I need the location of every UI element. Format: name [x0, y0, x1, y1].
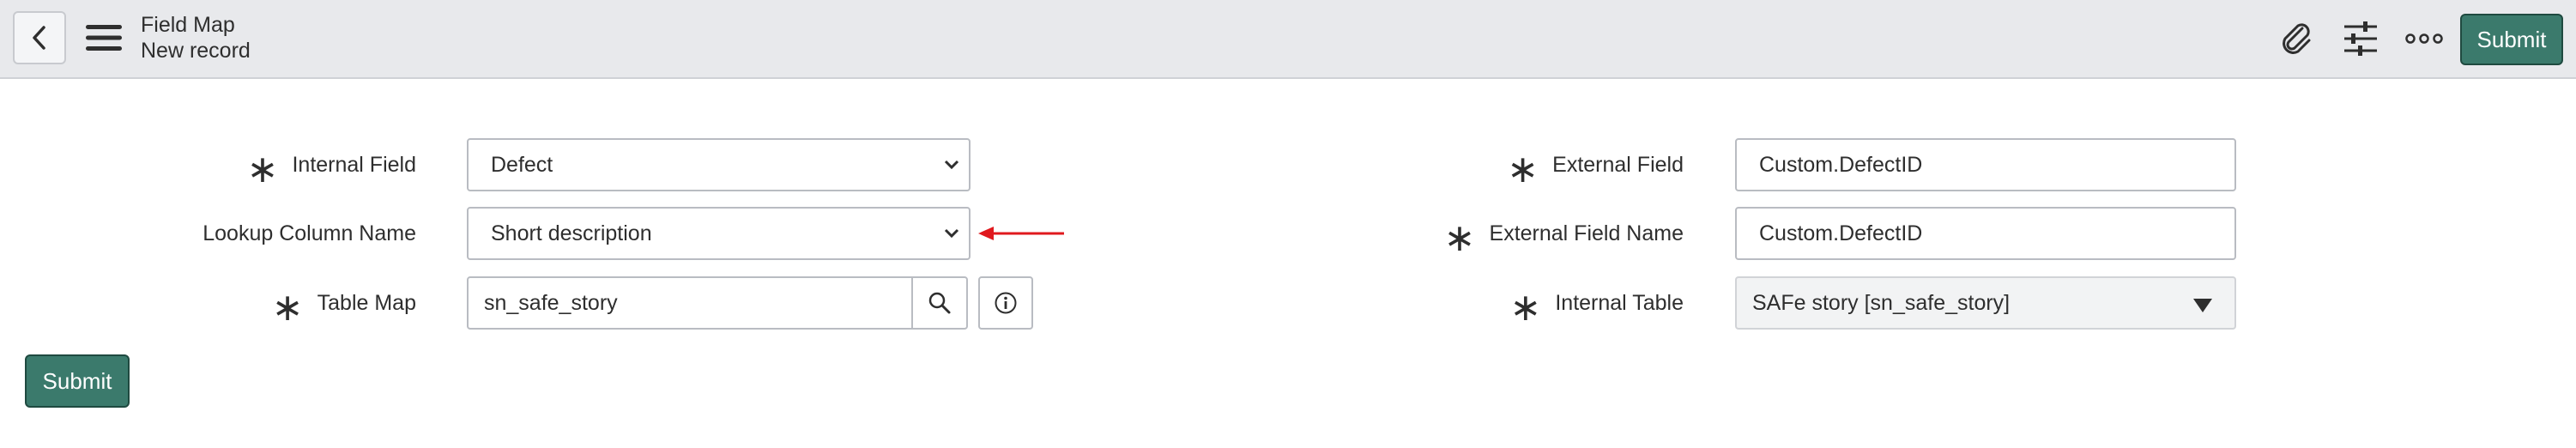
menu-icon[interactable]	[86, 23, 122, 52]
lookup-column-name-select[interactable]: Short description	[467, 207, 971, 260]
table-map-label: ∗ Table Map	[271, 286, 416, 330]
table-map-input[interactable]: sn_safe_story	[467, 276, 913, 330]
internal-field-select[interactable]: Defect	[467, 138, 971, 191]
required-icon: ∗	[1507, 148, 1539, 191]
dropdown-triangle-icon	[2193, 299, 2212, 312]
chevron-down-icon	[944, 228, 959, 239]
page-title: Field Map	[141, 13, 235, 37]
search-icon	[928, 292, 951, 314]
submit-button-header[interactable]: Submit	[2460, 14, 2563, 65]
lookup-column-name-label: Lookup Column Name	[203, 221, 416, 245]
personalize-button[interactable]	[2341, 19, 2380, 58]
paperclip-icon	[2283, 23, 2311, 54]
table-map-info-button[interactable]	[978, 276, 1033, 330]
internal-field-label: ∗ Internal Field	[246, 148, 416, 191]
internal-table-select[interactable]: SAFe story [sn_safe_story]	[1735, 276, 2236, 330]
red-arrow-annotation	[978, 227, 1064, 240]
sliders-icon	[2344, 21, 2377, 56]
more-icon	[2405, 33, 2443, 44]
more-options-button[interactable]	[2404, 19, 2444, 58]
chevron-down-icon	[944, 160, 959, 170]
required-icon: ∗	[1509, 286, 1542, 330]
page-subtitle: New record	[141, 39, 251, 63]
required-icon: ∗	[1443, 216, 1476, 260]
back-button[interactable]	[13, 11, 66, 64]
external-field-input[interactable]: Custom.DefectID	[1735, 138, 2236, 191]
table-map-lookup-button[interactable]	[911, 276, 968, 330]
form-header: Field Map New record Submit	[0, 0, 2576, 79]
internal-table-label: ∗ Internal Table	[1509, 286, 1684, 330]
external-field-value: Custom.DefectID	[1759, 152, 1923, 177]
attachment-button[interactable]	[2277, 19, 2317, 58]
external-field-name-value: Custom.DefectID	[1759, 221, 1923, 245]
required-icon: ∗	[271, 286, 304, 330]
internal-field-value: Defect	[491, 152, 553, 177]
required-icon: ∗	[246, 148, 279, 191]
info-icon	[995, 292, 1017, 314]
internal-table-value: SAFe story [sn_safe_story]	[1752, 290, 2011, 315]
submit-button-footer[interactable]: Submit	[25, 354, 130, 408]
header-title-block: Field Map New record	[141, 12, 251, 64]
table-map-value: sn_safe_story	[484, 290, 618, 315]
external-field-name-input[interactable]: Custom.DefectID	[1735, 207, 2236, 260]
external-field-label: ∗ External Field	[1507, 148, 1684, 191]
lookup-column-name-value: Short description	[491, 221, 652, 245]
external-field-name-label: ∗ External Field Name	[1443, 216, 1684, 260]
back-icon	[33, 26, 45, 50]
